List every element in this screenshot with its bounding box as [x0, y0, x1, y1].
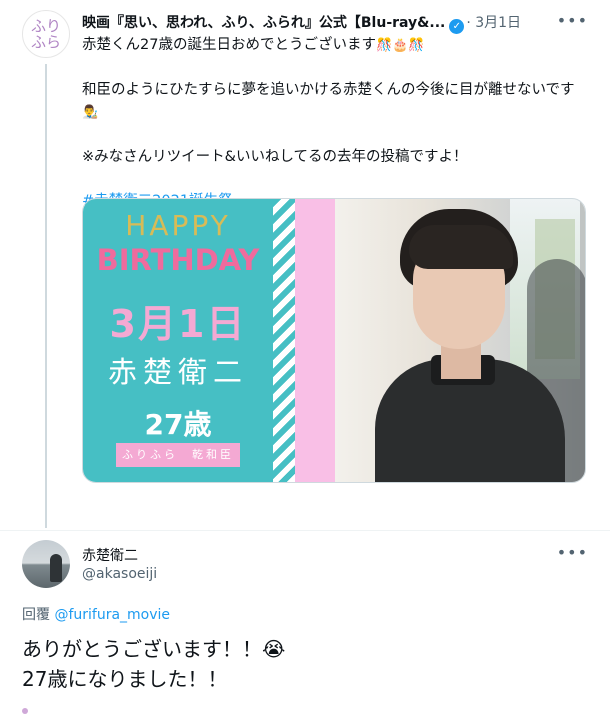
image-date-text: 3月1日: [109, 302, 247, 346]
replying-to: 回覆 @furifura_movie: [22, 604, 170, 624]
artist-emoji-icon: 👨‍🎨: [82, 105, 99, 120]
tweet-text-line1: 赤楚くん27歳の誕生日おめでとうございます: [82, 37, 376, 53]
image-age-text: 27歳: [144, 408, 212, 441]
avatar-text-line2: ふら: [30, 33, 61, 51]
tweet-text-line3: ※みなさんリツイート&いいねしてるの去年の投稿ですよ！: [82, 149, 468, 165]
photo-fringe: [409, 225, 513, 269]
reply-to-link[interactable]: @furifura_movie: [54, 607, 170, 623]
timestamp[interactable]: · 3月1日: [466, 15, 521, 31]
image-name-text: 赤楚衛二: [107, 355, 248, 389]
avatar[interactable]: [22, 540, 70, 588]
reply-label: 回覆: [22, 607, 50, 623]
avatar[interactable]: ふり ふら: [22, 10, 70, 58]
image-stripe: [273, 199, 295, 482]
avatar-figure: [50, 554, 62, 582]
image-birthday-text: BIRTHDAY: [96, 243, 260, 277]
more-icon[interactable]: •••: [557, 11, 588, 30]
more-icon[interactable]: •••: [557, 543, 588, 562]
thread-line: [45, 64, 47, 528]
tweet-text-line2: 和臣のようにひたすらに夢を追いかける赤楚くんの今後に目が離せないです: [82, 82, 575, 98]
party-emoji-icon: 🎊🎂🎊: [375, 38, 425, 53]
image-teal-panel: HAPPY BIRTHDAY 3月1日 赤楚衛二 27歳 ふりふら 乾和臣: [83, 199, 273, 482]
crying-emoji-icon: 😭: [262, 637, 286, 661]
display-name[interactable]: 赤楚衛二: [82, 545, 138, 565]
image-portrait-photo: [335, 199, 585, 482]
image-ribbon-text: ふりふら 乾和臣: [116, 443, 240, 467]
verified-badge-icon: ✓: [449, 19, 465, 34]
display-name[interactable]: 映画『思い、思われ、ふり、ふられ』公式【Blu-ray&...: [82, 15, 445, 31]
image-pink-band: [295, 199, 335, 482]
avatar-text-line1: ふり: [30, 17, 61, 35]
image-happy-text: HAPPY: [125, 209, 231, 242]
handle[interactable]: @akasoeiji: [82, 566, 157, 582]
reply-text-line2: 27歳になりました！！: [22, 667, 228, 691]
reply-text-line1: ありがとうございます！！: [22, 637, 262, 661]
tweet-header: 映画『思い、思われ、ふり、ふられ』公式【Blu-ray&... ✓ · 3月1日: [82, 12, 582, 34]
tweet-image[interactable]: HAPPY BIRTHDAY 3月1日 赤楚衛二 27歳 ふりふら 乾和臣: [82, 198, 586, 483]
tweet-divider: [0, 530, 610, 531]
reply-text: ありがとうございます！！😭 27歳になりました！！: [22, 634, 582, 694]
tweet-text: 赤楚くん27歳の誕生日おめでとうございます🎊🎂🎊 和臣のようにひたすらに夢を追い…: [82, 34, 588, 212]
partial-avatar-below: [22, 708, 28, 714]
